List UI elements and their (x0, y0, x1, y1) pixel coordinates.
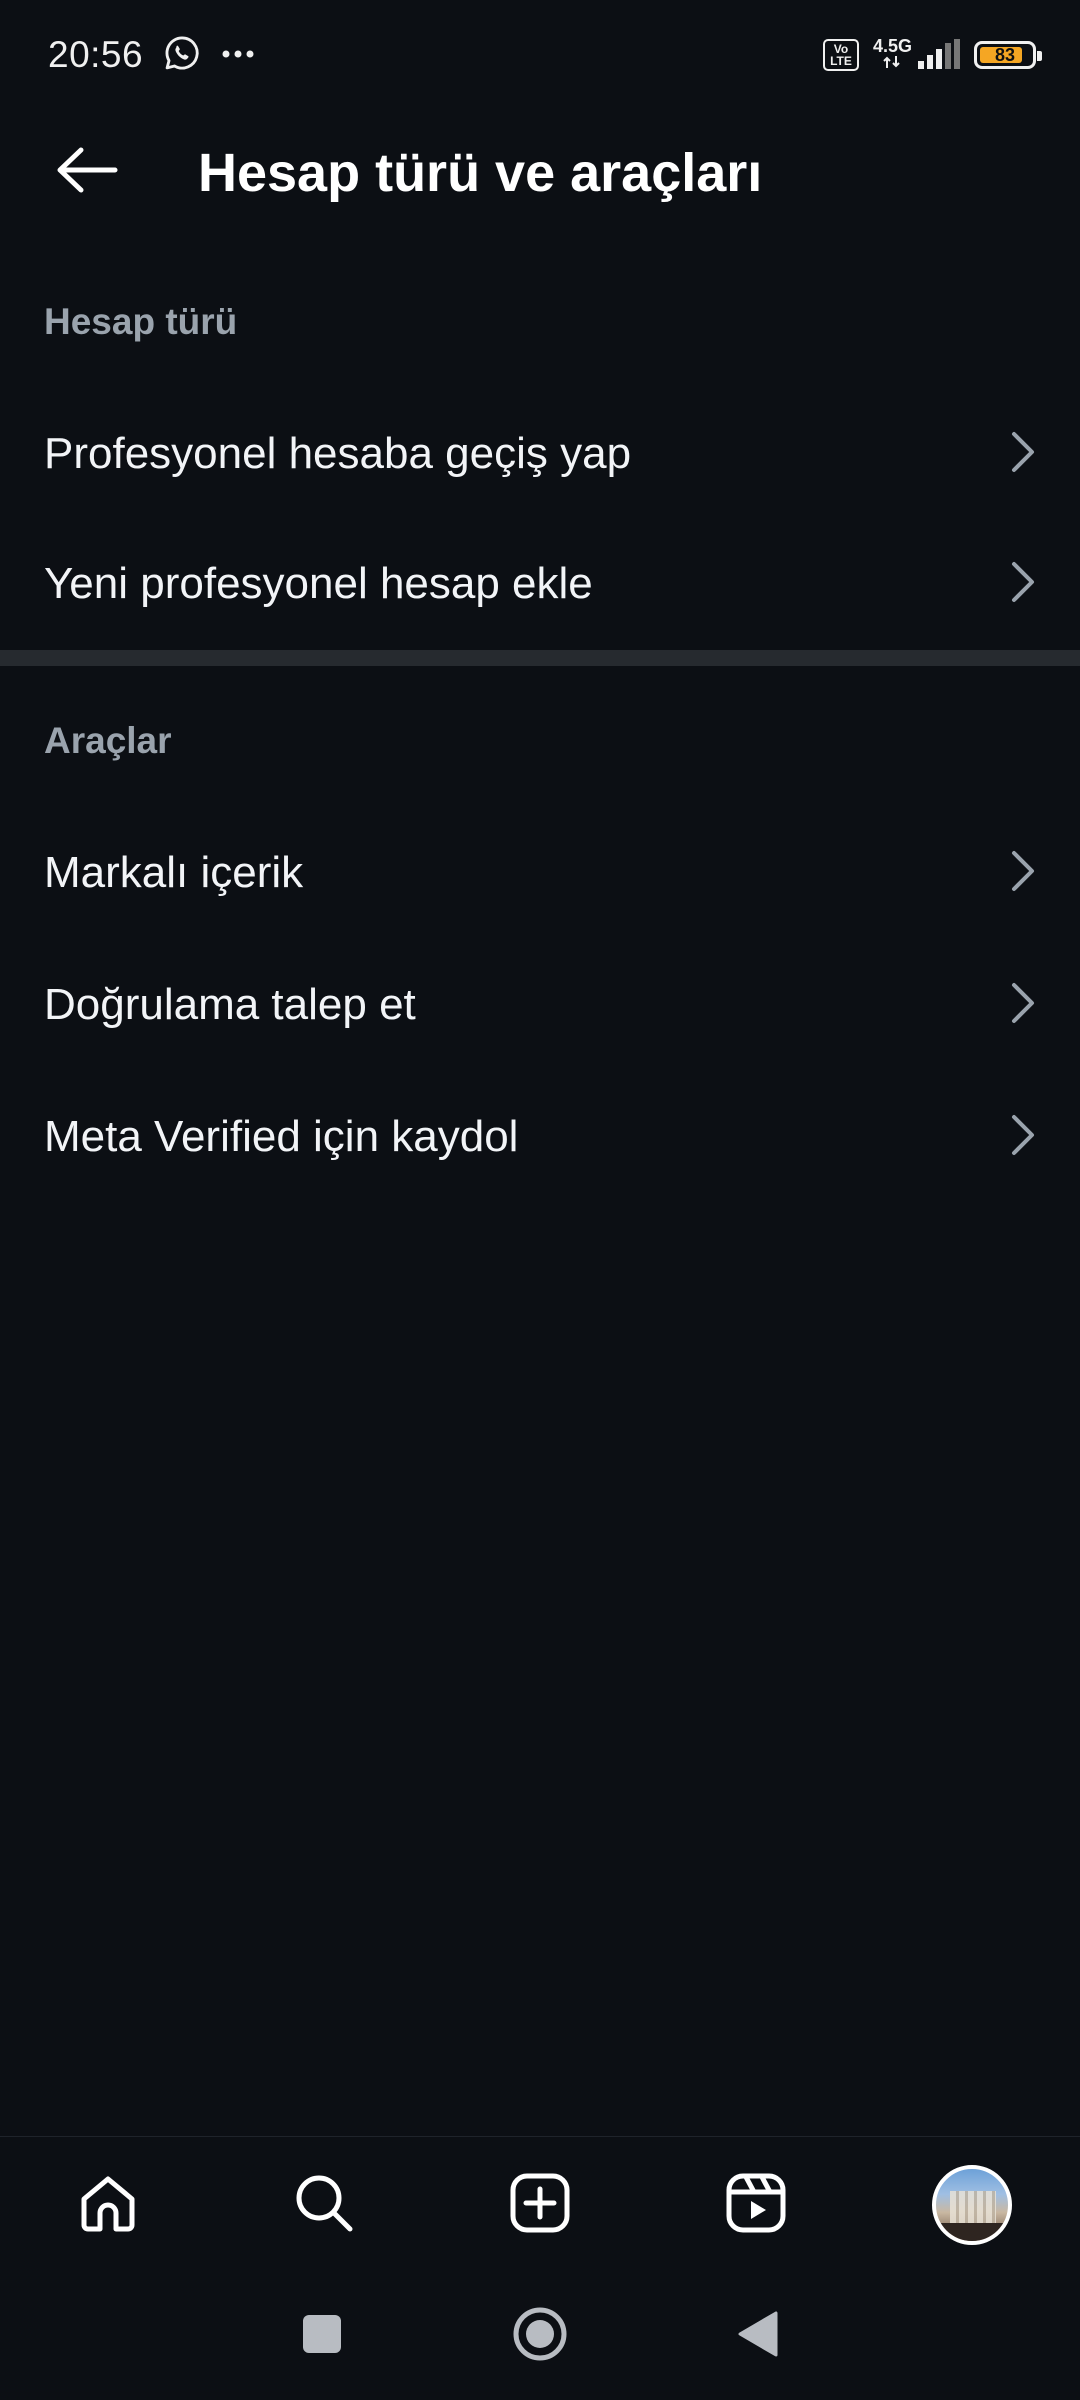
chevron-right-icon (1010, 430, 1036, 479)
data-arrows-icon (882, 55, 902, 74)
chevron-right-icon (1010, 849, 1036, 898)
nav-home[interactable] (53, 2150, 163, 2260)
create-icon (508, 2171, 572, 2240)
list-item-request-verification[interactable]: Doğrulama talep et (0, 940, 1080, 1070)
arrow-left-icon (55, 146, 119, 199)
list-item-switch-professional[interactable]: Profesyonel hesaba geçiş yap (0, 389, 1080, 519)
profile-avatar (932, 2165, 1012, 2245)
nav-profile[interactable] (917, 2150, 1027, 2260)
nav-reels[interactable] (701, 2150, 811, 2260)
back-button[interactable] (32, 118, 142, 228)
status-bar: 20:56 Vo LTE 4.5G 83 (0, 0, 1080, 110)
battery-level: 83 (994, 44, 1016, 65)
back-triangle-icon[interactable] (738, 2311, 778, 2362)
chevron-right-icon (1010, 560, 1036, 609)
list-item-label: Yeni profesyonel hesap ekle (44, 559, 593, 608)
more-dots-icon (221, 46, 255, 64)
status-right: Vo LTE 4.5G 83 (822, 37, 1042, 74)
home-circle-icon[interactable] (512, 2306, 568, 2367)
status-left: 20:56 (48, 34, 255, 77)
chevron-right-icon (1010, 981, 1036, 1030)
list-item-branded-content[interactable]: Markalı içerik (0, 808, 1080, 938)
home-icon (76, 2171, 140, 2240)
battery-icon: 83 (974, 41, 1042, 69)
bottom-nav (0, 2136, 1080, 2273)
network-indicator: 4.5G (873, 37, 960, 74)
volte-badge: Vo LTE (822, 39, 859, 71)
list-item-label: Markalı içerik (44, 848, 304, 897)
status-time: 20:56 (48, 34, 144, 75)
list-item-meta-verified[interactable]: Meta Verified için kaydol (0, 1072, 1080, 1202)
recents-square-icon[interactable] (302, 2314, 342, 2359)
list-item-label: Profesyonel hesaba geçiş yap (44, 429, 632, 478)
list-item-add-professional[interactable]: Yeni profesyonel hesap ekle (0, 519, 1080, 649)
search-icon (292, 2171, 356, 2240)
system-nav-bar (0, 2272, 1080, 2400)
nav-search[interactable] (269, 2150, 379, 2260)
whatsapp-icon (163, 34, 201, 77)
chevron-right-icon (1010, 1113, 1036, 1162)
section-divider (0, 650, 1080, 666)
reels-icon (724, 2171, 788, 2240)
page-title: Hesap türü ve araçları (198, 142, 763, 203)
list-item-label: Meta Verified için kaydol (44, 1112, 519, 1161)
nav-create[interactable] (485, 2150, 595, 2260)
section-header-account-type: Hesap türü (44, 301, 238, 342)
app-bar: Hesap türü ve araçları (0, 110, 1080, 235)
signal-bars-icon (918, 38, 960, 74)
network-type: 4.5G (872, 35, 912, 56)
list-item-label: Doğrulama talep et (44, 980, 416, 1029)
section-header-tools: Araçlar (44, 720, 172, 761)
